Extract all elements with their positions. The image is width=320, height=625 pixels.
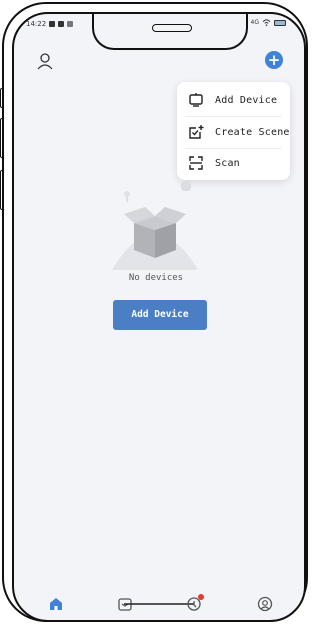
nav-connector-line bbox=[124, 603, 194, 605]
status-bar-right: 4G bbox=[251, 19, 286, 26]
wifi-icon bbox=[262, 19, 271, 26]
device-icon bbox=[189, 93, 203, 107]
network-label: 4G bbox=[250, 19, 259, 26]
notification-icon bbox=[58, 21, 65, 27]
scan-icon bbox=[189, 156, 203, 170]
menu-item-label: Create Scene bbox=[215, 126, 290, 138]
empty-state-text: No devices bbox=[128, 273, 184, 283]
person-icon[interactable] bbox=[36, 52, 54, 70]
scene-icon bbox=[189, 125, 204, 139]
battery-icon bbox=[274, 19, 286, 26]
status-bar-left: 14:22 bbox=[26, 20, 74, 28]
profile-icon[interactable] bbox=[257, 596, 273, 612]
menu-item-create-scene[interactable]: Create Scene bbox=[177, 116, 290, 148]
empty-box-illustration bbox=[112, 181, 198, 270]
plus-circle-icon[interactable]: + bbox=[265, 51, 283, 69]
home-icon[interactable] bbox=[48, 596, 64, 612]
notification-icon bbox=[67, 21, 74, 27]
notification-badge bbox=[198, 594, 204, 600]
menu-item-label: Add Device bbox=[215, 94, 278, 106]
menu-item-add-device[interactable]: Add Device bbox=[177, 84, 290, 116]
notification-icon bbox=[49, 21, 56, 27]
add-device-button[interactable]: Add Device bbox=[113, 300, 207, 330]
status-time: 14:22 bbox=[26, 20, 47, 28]
speaker bbox=[152, 24, 192, 32]
menu-item-label: Scan bbox=[215, 157, 240, 169]
notch bbox=[92, 14, 248, 50]
menu-item-scan[interactable]: Scan bbox=[177, 147, 290, 179]
add-menu: Add Device Create Scene Scan bbox=[177, 82, 290, 180]
